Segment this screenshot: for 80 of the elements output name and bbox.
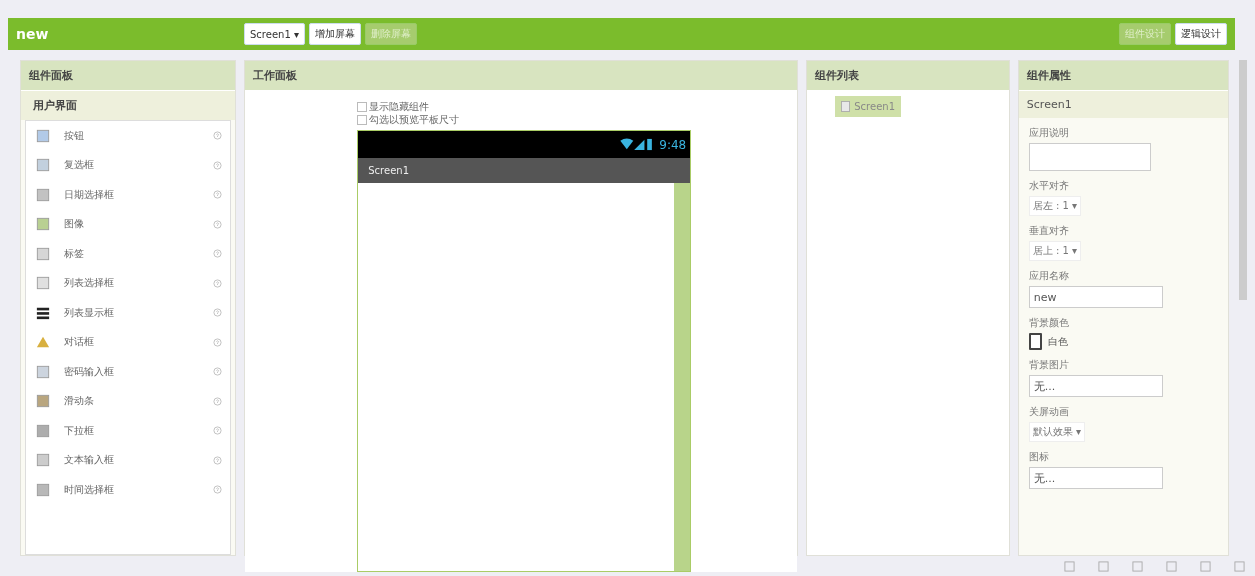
tool-icon[interactable] — [1132, 560, 1143, 572]
text-area[interactable] — [1028, 143, 1151, 171]
component-label[interactable]: 复选框 — [64, 158, 214, 173]
component-label[interactable]: 密码输入框 — [64, 364, 214, 379]
project-name: new — [16, 26, 50, 42]
component-name: Screen1 — [1018, 90, 1229, 118]
component-icon — [36, 246, 50, 261]
dropdown[interactable]: 居上 : 1 ▾ — [1028, 241, 1082, 261]
panel-header: 组件列表 — [807, 61, 1009, 90]
help-icon[interactable] — [213, 455, 223, 465]
property-label: 应用名称 — [1028, 269, 1069, 283]
help-icon[interactable] — [213, 426, 223, 436]
component-icon — [36, 364, 50, 379]
property-label: 应用说明 — [1028, 126, 1069, 140]
checkbox[interactable] — [357, 101, 368, 112]
help-icon[interactable] — [213, 396, 223, 406]
tool-icon[interactable] — [1166, 560, 1177, 572]
option-label: 显示隐藏组件 — [369, 99, 430, 114]
color-name: 白色 — [1047, 334, 1068, 349]
dropdown[interactable]: 默认效果 ▾ — [1028, 422, 1086, 442]
property-label: 背景图片 — [1028, 358, 1069, 372]
screen-title: Screen1 — [358, 158, 691, 183]
component-icon — [36, 128, 50, 143]
component-icon — [36, 217, 50, 232]
component-icon — [36, 187, 50, 202]
help-icon[interactable] — [213, 219, 223, 229]
input-field[interactable]: 无... — [1028, 375, 1163, 397]
help-icon[interactable] — [213, 160, 223, 170]
help-icon[interactable] — [213, 190, 223, 200]
help-icon[interactable] — [213, 337, 223, 347]
component-label[interactable]: 标签 — [64, 246, 214, 261]
checkbox[interactable] — [357, 114, 368, 125]
screen-dropdown[interactable]: Screen1 ▾ — [244, 23, 305, 45]
component-icon — [36, 453, 50, 468]
property-label: 图标 — [1028, 450, 1049, 464]
component-label[interactable]: 下拉框 — [64, 423, 214, 438]
tool-icon[interactable] — [1234, 560, 1245, 572]
property-label: 背景颜色 — [1028, 316, 1069, 330]
tool-icon[interactable] — [1064, 560, 1075, 572]
component-icon — [36, 482, 50, 497]
tool-icon[interactable] — [1098, 560, 1109, 572]
component-label[interactable]: 时间选择框 — [64, 482, 214, 497]
component-label[interactable]: 日期选择框 — [64, 187, 214, 202]
tool-icon[interactable] — [1200, 560, 1211, 572]
component-icon — [36, 394, 50, 409]
help-icon[interactable] — [213, 131, 223, 141]
component-label[interactable]: 列表选择框 — [64, 276, 214, 291]
panel-header: 组件面板 — [21, 61, 236, 90]
option-label: 勾选以预览平板尺寸 — [369, 112, 460, 127]
help-icon[interactable] — [213, 367, 223, 377]
component-icon — [36, 276, 50, 291]
input-field[interactable]: new — [1028, 286, 1163, 308]
component-label[interactable]: 按钮 — [64, 128, 214, 143]
component-label[interactable]: 滑动条 — [64, 394, 214, 409]
view-toggle-button[interactable]: 逻辑设计 — [1175, 23, 1227, 45]
property-label: 垂直对齐 — [1028, 224, 1069, 238]
component-label[interactable]: 图像 — [64, 217, 214, 232]
category-header[interactable]: 用户界面 — [21, 90, 236, 120]
input-field[interactable]: 无... — [1028, 467, 1163, 489]
component-icon — [36, 423, 50, 438]
help-icon[interactable] — [213, 278, 223, 288]
panel-header: 组件属性 — [1018, 61, 1229, 90]
property-label: 水平对齐 — [1028, 179, 1069, 193]
screen-icon — [841, 101, 851, 112]
panel-header: 工作面板 — [245, 61, 798, 90]
component-label[interactable]: 文本输入框 — [64, 453, 214, 468]
component-icon — [36, 158, 50, 173]
help-icon[interactable] — [213, 308, 223, 318]
property-label: 关屏动画 — [1028, 405, 1069, 419]
component-label[interactable]: 列表显示框 — [64, 305, 214, 320]
dropdown[interactable]: 居左 : 1 ▾ — [1028, 196, 1082, 216]
component-icon — [36, 305, 50, 320]
color-swatch[interactable] — [1028, 333, 1042, 350]
component-icon — [36, 335, 50, 350]
toolbar-button[interactable]: 增加屏幕 — [308, 23, 361, 45]
clock: 9:48 — [659, 137, 687, 152]
help-icon[interactable] — [213, 485, 223, 495]
help-icon[interactable] — [213, 249, 223, 259]
component-label[interactable]: 对话框 — [64, 335, 214, 350]
scroll-bar[interactable] — [1239, 60, 1247, 300]
